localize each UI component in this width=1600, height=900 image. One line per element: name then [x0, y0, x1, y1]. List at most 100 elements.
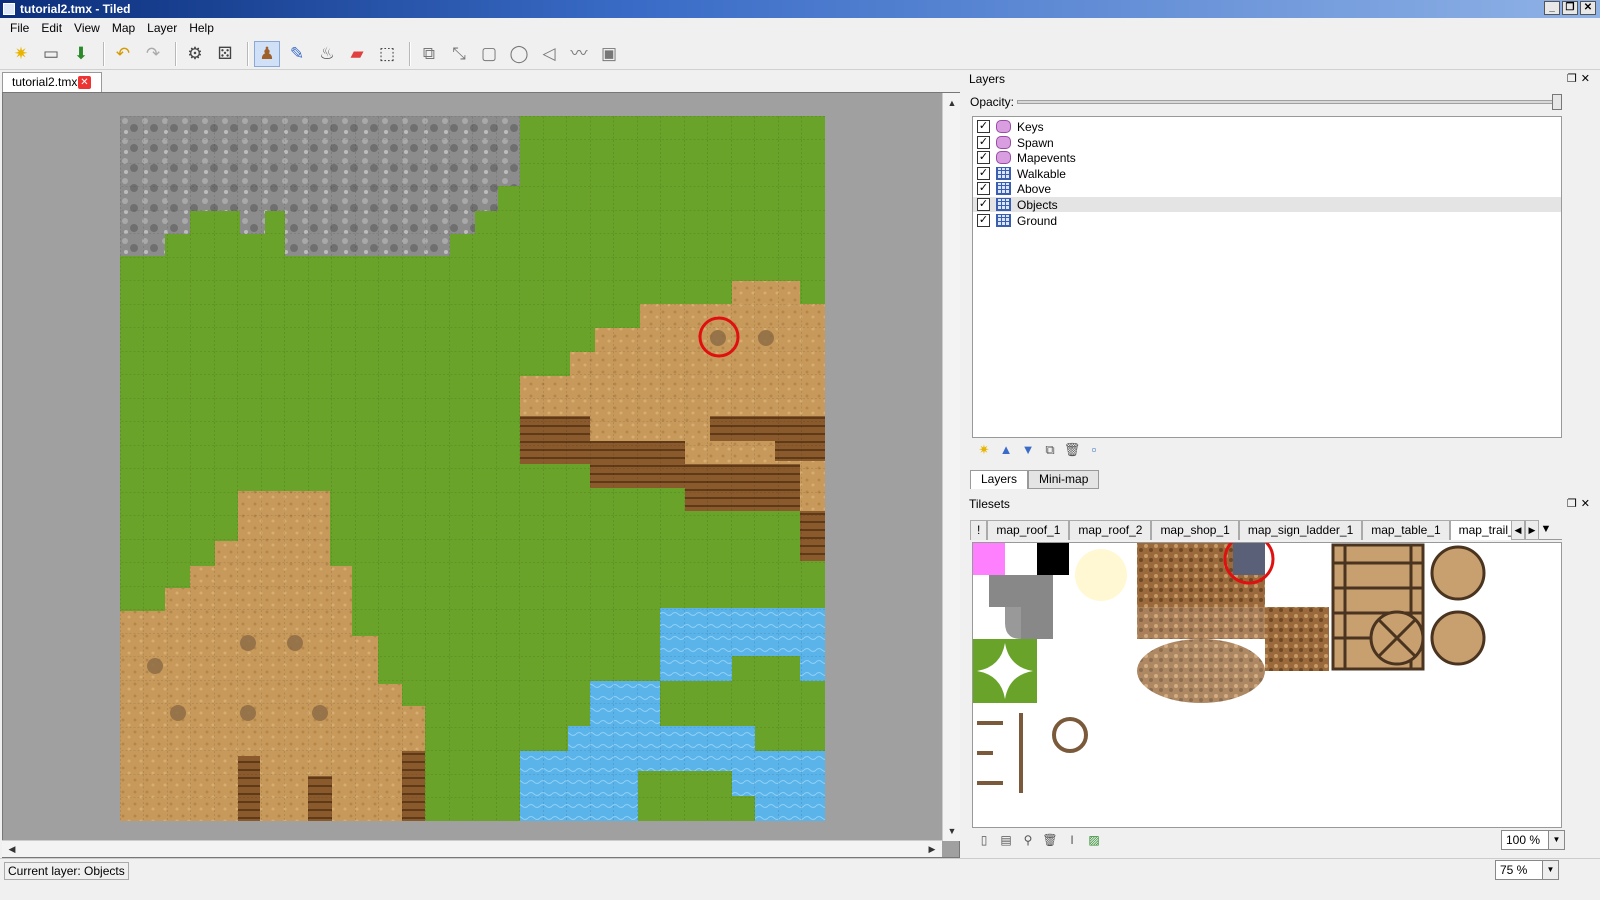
tile-magenta[interactable]: [973, 543, 1005, 575]
menu-edit[interactable]: Edit: [35, 21, 68, 35]
layer-row-ground[interactable]: ✓ Ground: [973, 213, 1561, 228]
document-tab[interactable]: tutorial2.tmx ✕: [2, 72, 102, 92]
minimize-button[interactable]: _: [1544, 1, 1560, 15]
rectangle-select-icon[interactable]: ⬚: [374, 41, 400, 67]
insert-rectangle-icon[interactable]: ▢: [476, 41, 502, 67]
terrain-brush-icon[interactable]: ✎: [284, 41, 310, 67]
bucket-fill-icon[interactable]: ♨: [314, 41, 340, 67]
random-mode-icon[interactable]: ⚙: [182, 41, 208, 67]
maximize-button[interactable]: ❐: [1562, 1, 1578, 15]
lower-layer-icon[interactable]: ▼: [1019, 441, 1037, 459]
tileset-image[interactable]: [973, 543, 1562, 828]
map-zoom-combo[interactable]: 75 % ▼: [1495, 860, 1559, 880]
chevron-down-icon[interactable]: ▼: [1542, 861, 1558, 879]
scroll-up-arrow-icon[interactable]: ▲: [944, 95, 960, 111]
menu-file[interactable]: File: [4, 21, 35, 35]
tab-list-dropdown-icon[interactable]: ▼: [1539, 520, 1553, 540]
layer-row-mapevents[interactable]: ✓ Mapevents: [973, 150, 1561, 165]
layer-visibility-checkbox[interactable]: ✓: [977, 151, 990, 164]
tileset-tab[interactable]: map_shop_1: [1151, 520, 1239, 540]
import-tileset-icon[interactable]: ▤: [997, 831, 1015, 849]
layer-row-keys[interactable]: ✓ Keys: [973, 119, 1561, 134]
layer-row-objects[interactable]: ✓ Objects: [973, 197, 1561, 212]
scroll-right-arrow-icon[interactable]: ▶: [924, 841, 940, 857]
raise-layer-icon[interactable]: ▲: [997, 441, 1015, 459]
layer-visibility-checkbox[interactable]: ✓: [977, 167, 990, 180]
insert-tile-icon[interactable]: ▣: [596, 41, 622, 67]
tab-minimap[interactable]: Mini-map: [1028, 470, 1100, 489]
select-objects-icon[interactable]: ⧉: [416, 41, 442, 67]
tile-dirt-group[interactable]: [1137, 607, 1265, 639]
tileset-view[interactable]: [972, 542, 1562, 828]
menu-map[interactable]: Map: [106, 21, 141, 35]
layers-minimap-tabs: Layers Mini-map: [970, 470, 1100, 489]
close-button[interactable]: ✕: [1580, 1, 1596, 15]
tileset-tab[interactable]: map_roof_1: [987, 520, 1070, 540]
tab-scroll-left-icon[interactable]: ◀: [1511, 520, 1525, 540]
tile-rails[interactable]: [1331, 543, 1486, 671]
layer-visibility-checkbox[interactable]: ✓: [977, 214, 990, 227]
save-file-icon[interactable]: ⬇: [68, 41, 94, 67]
new-tileset-icon[interactable]: ▯: [975, 831, 993, 849]
edit-polygons-icon[interactable]: ⤡: [446, 41, 472, 67]
close-tab-icon[interactable]: ✕: [78, 76, 91, 89]
menu-help[interactable]: Help: [183, 21, 220, 35]
new-file-icon[interactable]: ✷: [8, 41, 34, 67]
tile-gray[interactable]: [1021, 607, 1053, 639]
map-horizontal-scrollbar[interactable]: ◀ ▶: [2, 840, 942, 857]
tab-scroll-right-icon[interactable]: ▶: [1525, 520, 1539, 540]
layer-visibility-checkbox[interactable]: ✓: [977, 198, 990, 211]
redo-icon[interactable]: ↷: [140, 41, 166, 67]
menu-view[interactable]: View: [68, 21, 106, 35]
tile-black[interactable]: [1037, 543, 1069, 575]
tilesets-panel-header: Tilesets ❐✕: [967, 495, 1600, 513]
export-tileset-icon[interactable]: ▨: [1085, 831, 1103, 849]
tileset-tab[interactable]: map_table_1: [1362, 520, 1450, 540]
toggle-other-layers-icon[interactable]: ▫: [1085, 441, 1103, 459]
panel-float-close-icon[interactable]: ❐✕: [1567, 495, 1594, 513]
panel-float-close-icon[interactable]: ❐✕: [1567, 70, 1594, 88]
layer-row-above[interactable]: ✓ Above: [973, 181, 1561, 196]
tile-dirt-group[interactable]: [1265, 607, 1329, 671]
dice-icon[interactable]: ⚄: [212, 41, 238, 67]
layer-list: ✓ Keys ✓ Spawn ✓ Mapevents ✓ Walkable ✓ …: [972, 116, 1562, 438]
eraser-icon[interactable]: ▰: [344, 41, 370, 67]
open-file-icon[interactable]: ▭: [38, 41, 64, 67]
tileset-properties-icon[interactable]: ⚲: [1019, 831, 1037, 849]
tileset-zoom-combo[interactable]: 100 % ▼: [1501, 830, 1565, 850]
tile-glow[interactable]: [1075, 549, 1127, 601]
tab-layers[interactable]: Layers: [970, 470, 1029, 489]
insert-polygon-icon[interactable]: ◁: [536, 41, 562, 67]
tile-gray[interactable]: [989, 575, 1053, 607]
add-layer-icon[interactable]: ✷: [975, 441, 993, 459]
tile-dark-stone[interactable]: [1233, 543, 1265, 575]
layer-visibility-checkbox[interactable]: ✓: [977, 136, 990, 149]
undo-icon[interactable]: ↶: [110, 41, 136, 67]
tileset-tab[interactable]: map_roof_2: [1069, 520, 1152, 540]
map-vertical-scrollbar[interactable]: ▲ ▼: [942, 93, 960, 841]
scroll-left-arrow-icon[interactable]: ◀: [4, 841, 20, 857]
tile-ropes[interactable]: [977, 713, 1088, 793]
insert-polyline-icon[interactable]: 〰: [566, 41, 592, 67]
map-canvas[interactable]: [120, 116, 825, 821]
menu-layer[interactable]: Layer: [141, 21, 183, 35]
tileset-tab[interactable]: !: [970, 520, 988, 540]
tile-gray-curve[interactable]: [1005, 607, 1021, 639]
tileset-tab[interactable]: map_sign_ladder_1: [1238, 520, 1363, 540]
scroll-down-arrow-icon[interactable]: ▼: [944, 823, 960, 839]
layer-visibility-checkbox[interactable]: ✓: [977, 182, 990, 195]
insert-ellipse-icon[interactable]: ◯: [506, 41, 532, 67]
map-zoom-value: 75 %: [1500, 863, 1528, 877]
opacity-slider-handle[interactable]: [1552, 94, 1562, 110]
delete-layer-icon[interactable]: 🗑: [1063, 441, 1081, 459]
remove-tileset-icon[interactable]: 🗑: [1041, 831, 1059, 849]
edit-terrain-icon[interactable]: I: [1063, 831, 1081, 849]
layer-visibility-checkbox[interactable]: ✓: [977, 120, 990, 133]
tile-dirt-group[interactable]: [1137, 639, 1265, 703]
layer-row-walkable[interactable]: ✓ Walkable: [973, 166, 1561, 181]
stamp-brush-icon[interactable]: ♟: [254, 40, 280, 67]
layer-row-spawn[interactable]: ✓ Spawn: [973, 135, 1561, 150]
opacity-slider[interactable]: [1017, 100, 1557, 104]
chevron-down-icon[interactable]: ▼: [1548, 831, 1564, 849]
duplicate-layer-icon[interactable]: ⧉: [1041, 441, 1059, 459]
